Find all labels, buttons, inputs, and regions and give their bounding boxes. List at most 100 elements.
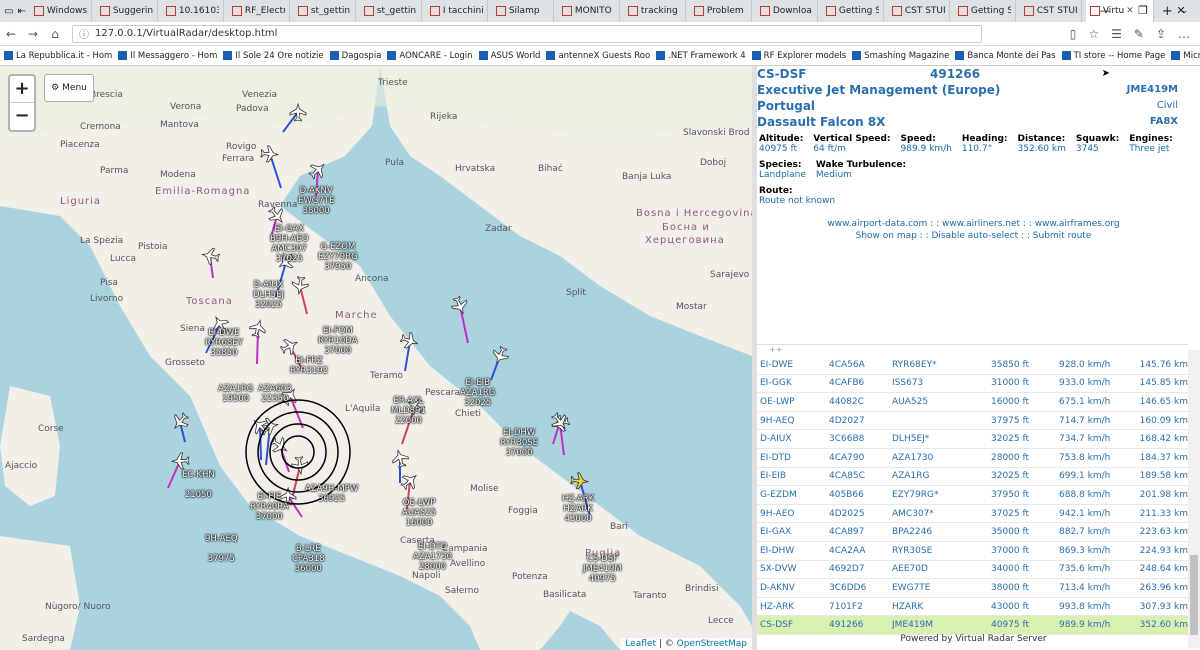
bookmark-item[interactable]: ASUS World [478,51,540,61]
aircraft-label[interactable]: EI-DTD AZA1730 28000 [413,542,452,572]
aircraft-label[interactable]: EC-KHN 21050 [182,470,215,500]
bookmark-item[interactable]: AONCARE - Login [387,51,473,61]
field-label: Vertical Speed: [813,134,891,144]
tab-0[interactable]: Windows [30,0,92,22]
scrollbar-thumb[interactable] [1190,555,1198,635]
more-icon[interactable]: … [1178,27,1190,41]
bookmark-item[interactable]: Microsoft Office Onli [1171,51,1200,61]
bookmark-item[interactable]: TI store -- Home Page [1061,51,1165,61]
window-controls: — ❐ ✕ [1086,0,1200,22]
bookmark-item[interactable]: Il Messaggero - Hom [118,51,217,61]
tab-3[interactable]: RF_Electr [228,0,290,22]
favorites-icon[interactable]: ☰ [1111,27,1122,41]
tab-12[interactable]: Getting S [822,0,884,22]
tab-4[interactable]: st_gettin [294,0,356,22]
tab-7[interactable]: Silamp [492,0,554,22]
tab-11[interactable]: Downloa [756,0,818,22]
table-row[interactable]: OE-LWP 44082C AUA525 16000 ft 675.1 km/h 146.… [757,393,1190,412]
bookmark-item[interactable]: RF Explorer models [751,51,846,61]
aircraft-label[interactable]: EI-EIB AZA1RG 32025 [460,378,495,408]
table-row[interactable]: G-EZDM 405B66 EZY79RG* 37950 ft 688.8 km/h 20… [757,486,1190,505]
aircraft-label[interactable]: D-AKNV EWG7TE 38000 [298,186,334,216]
table-row[interactable]: EI-DWE 4CA56A RYR68EY* 35850 ft 928.0 km/h 14… [757,356,1190,375]
table-row[interactable]: D-AKNV 3C6DD6 EWG7TE 38000 ft 713.4 km/h 263.… [757,579,1190,598]
tab-5[interactable]: st_gettin [360,0,422,22]
map-canvas[interactable] [0,66,752,650]
map-city-label: Piacenza [60,140,100,150]
bookmark-item[interactable]: antenneX Guests Roo [546,51,650,61]
tab-10[interactable]: Problem [690,0,752,22]
action-links[interactable]: Show on map : : Disable auto-select : : … [757,230,1190,242]
detail-links: www.airport-data.com : : www.airliners.n… [757,218,1190,242]
aircraft-label[interactable]: HZ-ARK HZARK 43000 [562,494,594,524]
notes-icon[interactable]: ✎ [1134,27,1144,41]
back-icon[interactable]: ← [0,27,22,41]
table-row[interactable]: EI-EIB 4CA85C AZA1RG 32025 ft 699.1 km/h 189.… [757,468,1190,487]
back-tabs-icon[interactable]: ⇤ [17,6,25,17]
reading-view-icon[interactable]: ▯ [1070,27,1077,41]
table-row[interactable]: 9H-AEO 4D2025 AMC307* 37025 ft 942.1 km/h 211… [757,505,1190,524]
aircraft-label[interactable]: AZA603 22350 [258,384,292,404]
aircraft-label[interactable]: B-LRE CPA318 36000 [292,544,325,574]
aircraft-label[interactable]: 9H-AEQ 37975 [205,534,238,564]
tab-15[interactable]: CST STUI [1020,0,1082,22]
aircraft-label[interactable]: EI-FRZ RYR3192 [290,356,328,376]
bookmark-item[interactable]: La Repubblica.it - Hom [4,51,112,61]
tab-6[interactable]: I tacchini [426,0,488,22]
tab-8[interactable]: MONITO [558,0,620,22]
home-icon[interactable]: ⌂ [44,27,66,41]
tab-1[interactable]: Suggerin [96,0,158,22]
table-row[interactable]: CS-DSF 491266 JME419M 40975 ft 989.9 km/h 352… [757,616,1190,635]
aircraft-label-line: D-AIUX [253,280,284,290]
favorite-star-icon[interactable]: ☆ [1088,27,1099,41]
tab-9[interactable]: tracking [624,0,686,22]
table-row[interactable]: EI-DTD 4CA790 AZA1730 28000 ft 753.8 km/h 184… [757,449,1190,468]
table-row[interactable]: 9H-AEQ 4D2027 37975 ft 714.7 km/h 160.09 km [757,412,1190,431]
bookmark-item[interactable]: Il Sole 24 Ore notizie [223,51,324,61]
aircraft-label[interactable]: EI-GAX B9H-AEO AMC307 37025 [270,224,308,264]
table-row[interactable]: SX-DVW 4692D7 AEE70D 34000 ft 735.6 km/h 248.… [757,561,1190,580]
bookmark-item[interactable]: Dagospia [329,51,381,61]
aircraft-label[interactable]: CS-DSF JME419M 40975 [583,554,622,584]
aircraft-label[interactable]: OE-LWP AUA525 16000 [402,498,436,528]
zoom-out-button[interactable]: − [10,103,34,130]
menu-button[interactable]: ⚙ Menu [44,74,94,102]
osm-link[interactable]: OpenStreetMap [677,639,747,649]
list-scrollbar[interactable] [1188,350,1200,648]
map-view[interactable]: Venezia Trieste Brescia Padova Verona Cremona… [0,66,752,650]
share-icon[interactable]: ⇪ [1156,27,1166,41]
forward-icon[interactable]: → [22,27,44,41]
bookmark-item[interactable]: Smashing Magazine [852,51,949,61]
aircraft-label[interactable]: EI-DWE RYR68EY 35850 [205,328,243,358]
aircraft-label[interactable]: AZA9H-MPW 36925 [305,484,358,504]
route-value: Route not known [759,196,836,206]
aircraft-label[interactable]: ER-AXL MLD891 22000 [391,396,426,426]
bookmark-item[interactable]: .NET Framework 4 [656,51,746,61]
url-field[interactable]: ⓘ 127.0.0.1/VirtualRadar/desktop.html [72,24,982,43]
aircraft-label[interactable]: EI-DHW RYR30SE 37000 [500,428,538,458]
tab-2[interactable]: 10.16103 [162,0,224,22]
aircraft-label[interactable]: D-AIUX DLH5EJ 32025 [253,280,284,310]
minimize-icon[interactable]: — [1086,0,1124,22]
close-window-icon[interactable]: ✕ [1162,0,1200,22]
external-links[interactable]: www.airport-data.com : : www.airliners.n… [757,218,1190,230]
aircraft-label[interactable]: EI-FOM RYR10DA 37000 [318,326,358,356]
bookmark-item[interactable]: Banca Monte dei Pas [955,51,1056,61]
maximize-icon[interactable]: ❐ [1124,0,1162,22]
aircraft-label[interactable]: G-EZOM EZY79RG 37950 [318,242,358,272]
table-row[interactable]: D-AIUX 3C66B8 DLH5EJ* 32025 ft 734.7 km/h 168… [757,430,1190,449]
tab-14[interactable]: Getting S [954,0,1016,22]
leaflet-link[interactable]: Leaflet [625,639,656,649]
tab-13[interactable]: CST STUI [888,0,950,22]
table-row[interactable]: HZ-ARK 7101F2 HZARK 43000 ft 993.8 km/h 307.9… [757,598,1190,617]
aircraft-label[interactable]: AZA1RG 19500 [218,384,253,404]
aircraft-label[interactable]: EI-FIE RYR40RA 37000 [250,492,289,522]
tab-actions-icon[interactable]: ▭ [4,6,13,17]
table-cell: SX-DVW [760,564,797,575]
zoom-in-button[interactable]: + [10,76,34,103]
map-city-label: Ancona [355,274,389,284]
table-row[interactable]: EI-GGK 4CAFB6 ISS673 31000 ft 933.0 km/h 145.… [757,375,1190,394]
table-row[interactable]: EI-GAX 4CA897 BPA2246 35000 ft 882.7 km/h 223… [757,523,1190,542]
expand-icon[interactable]: ++ [769,345,782,354]
table-row[interactable]: EI-DHW 4CA2AA RYR30SE 37000 ft 869.3 km/h 224… [757,542,1190,561]
